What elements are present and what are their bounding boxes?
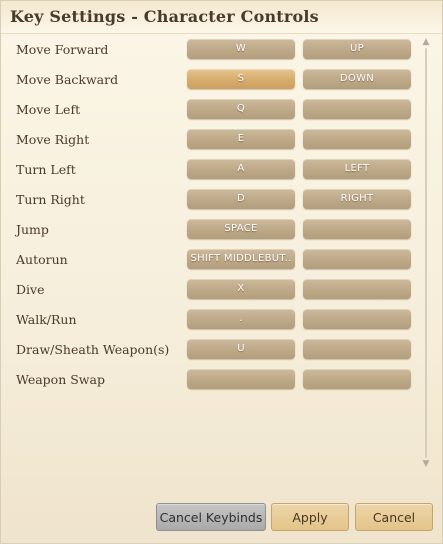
scroll-track[interactable]	[425, 48, 427, 458]
primary-key-button[interactable]: SHIFT MIDDLEBUT..	[187, 249, 295, 269]
primary-key-button[interactable]: A	[187, 159, 295, 179]
secondary-key-button[interactable]: UP	[303, 39, 411, 59]
keybind-row-autorun: Autorun SHIFT MIDDLEBUT..	[1, 247, 421, 277]
secondary-key-button[interactable]	[303, 99, 411, 119]
primary-key-button[interactable]	[187, 369, 295, 389]
keybind-row-walk-run: Walk/Run .	[1, 307, 421, 337]
primary-key-button[interactable]: X	[187, 279, 295, 299]
scroll-down-arrow-icon[interactable]: ▼	[420, 459, 432, 469]
keybind-row-draw-sheath-weapon: Draw/Sheath Weapon(s) U	[1, 337, 421, 367]
secondary-key-button[interactable]: DOWN	[303, 69, 411, 89]
window-title: Key Settings - Character Controls	[10, 7, 319, 26]
keybind-row-move-backward: Move Backward S DOWN	[1, 67, 421, 97]
keybind-row-dive: Dive X	[1, 277, 421, 307]
secondary-key-button[interactable]	[303, 279, 411, 299]
action-label: Walk/Run	[16, 312, 77, 327]
secondary-key-button[interactable]	[303, 219, 411, 239]
primary-key-button[interactable]: .	[187, 309, 295, 329]
cancel-button[interactable]: Cancel	[355, 503, 433, 531]
primary-key-button[interactable]: E	[187, 129, 295, 149]
scroll-up-arrow-icon[interactable]: ▲	[420, 37, 432, 47]
title-bar: Key Settings - Character Controls	[1, 1, 442, 34]
keybind-row-move-left: Move Left Q	[1, 97, 421, 127]
secondary-key-button[interactable]: LEFT	[303, 159, 411, 179]
primary-key-button[interactable]: W	[187, 39, 295, 59]
action-label: Move Backward	[16, 72, 119, 87]
action-label: Turn Right	[16, 192, 85, 207]
keybind-list: Move Forward W UP Move Backward S DOWN M…	[1, 37, 421, 397]
primary-key-button[interactable]: D	[187, 189, 295, 209]
keybind-row-turn-right: Turn Right D RIGHT	[1, 187, 421, 217]
action-label: Weapon Swap	[16, 372, 105, 387]
action-label: Move Left	[16, 102, 81, 117]
primary-key-button[interactable]: SPACE	[187, 219, 295, 239]
secondary-key-button[interactable]: RIGHT	[303, 189, 411, 209]
secondary-key-button[interactable]	[303, 369, 411, 389]
secondary-key-button[interactable]	[303, 249, 411, 269]
vertical-scrollbar[interactable]: ▲ ▼	[420, 37, 432, 469]
keybind-row-jump: Jump SPACE	[1, 217, 421, 247]
action-label: Jump	[16, 222, 49, 237]
action-label: Move Right	[16, 132, 90, 147]
action-label: Autorun	[16, 252, 68, 267]
apply-button[interactable]: Apply	[271, 503, 349, 531]
keybind-row-weapon-swap: Weapon Swap	[1, 367, 421, 397]
action-label: Dive	[16, 282, 45, 297]
action-label: Move Forward	[16, 42, 109, 57]
cancel-keybinds-button[interactable]: Cancel Keybinds	[156, 503, 266, 531]
key-settings-window: Key Settings - Character Controls Move F…	[0, 0, 443, 544]
keybind-row-move-forward: Move Forward W UP	[1, 37, 421, 67]
keybind-row-move-right: Move Right E	[1, 127, 421, 157]
primary-key-button[interactable]: Q	[187, 99, 295, 119]
secondary-key-button[interactable]	[303, 339, 411, 359]
keybind-row-turn-left: Turn Left A LEFT	[1, 157, 421, 187]
secondary-key-button[interactable]	[303, 129, 411, 149]
primary-key-button[interactable]: U	[187, 339, 295, 359]
primary-key-button-selected[interactable]: S	[187, 69, 295, 89]
action-label: Turn Left	[16, 162, 76, 177]
secondary-key-button[interactable]	[303, 309, 411, 329]
action-label: Draw/Sheath Weapon(s)	[16, 342, 170, 357]
